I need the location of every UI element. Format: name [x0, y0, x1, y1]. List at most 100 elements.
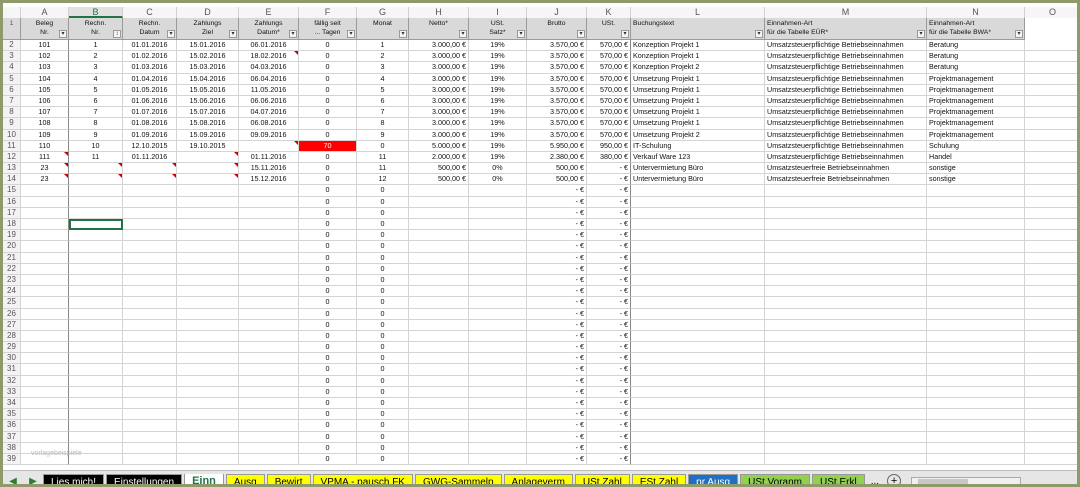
- cell-d[interactable]: [177, 252, 239, 264]
- cell-c[interactable]: [123, 375, 177, 387]
- cell-h[interactable]: 500,00 €: [409, 163, 469, 175]
- cell-f[interactable]: 0: [299, 95, 357, 108]
- cell-c[interactable]: [123, 174, 177, 186]
- cell-g[interactable]: 4: [357, 73, 409, 85]
- cell-n[interactable]: [927, 353, 1025, 365]
- cell-m[interactable]: [765, 342, 927, 354]
- filter-dropdown-icon[interactable]: ▾: [347, 30, 355, 38]
- row-number[interactable]: 23: [3, 274, 21, 287]
- cell-b[interactable]: 3: [69, 62, 123, 74]
- cell-a[interactable]: 107: [21, 107, 69, 119]
- cell-c[interactable]: 01.07.2016: [123, 107, 177, 119]
- cell-k[interactable]: 570,00 €: [587, 84, 631, 96]
- cell-e[interactable]: [239, 409, 299, 421]
- cell-k[interactable]: 950,00 €: [587, 140, 631, 152]
- header-cell-m[interactable]: Einnahmen-Art für die Tabelle EÜR* ▾: [765, 18, 927, 40]
- cell-a[interactable]: [21, 263, 69, 275]
- cell-a[interactable]: [21, 185, 69, 197]
- cell-j[interactable]: 3.570,00 €: [527, 62, 587, 74]
- cell-g[interactable]: 9: [357, 129, 409, 141]
- cell-j[interactable]: - €: [527, 398, 587, 410]
- cell-k[interactable]: - €: [587, 308, 631, 320]
- cell-d[interactable]: 19.10.2015: [177, 140, 239, 152]
- cell-n[interactable]: [927, 398, 1025, 410]
- cell-d[interactable]: [177, 364, 239, 376]
- cell-b[interactable]: 2: [69, 51, 123, 63]
- cell-h[interactable]: [409, 319, 469, 331]
- cell-c[interactable]: [123, 319, 177, 331]
- cell-a[interactable]: [21, 274, 69, 287]
- cell-l[interactable]: [631, 330, 765, 343]
- cell-o[interactable]: [1025, 297, 1077, 309]
- cell-o[interactable]: [1025, 174, 1077, 186]
- cell-g[interactable]: 0: [357, 353, 409, 365]
- cell-d[interactable]: [177, 286, 239, 298]
- cell-n[interactable]: [927, 263, 1025, 275]
- cell-h[interactable]: [409, 230, 469, 242]
- cell-h[interactable]: 3.000,00 €: [409, 107, 469, 119]
- cell-m[interactable]: Umsatzsteuerpflichtige Betriebseinnahmen: [765, 140, 927, 152]
- cell-m[interactable]: Umsatzsteuerpflichtige Betriebseinnahmen: [765, 151, 927, 164]
- cell-j[interactable]: - €: [527, 420, 587, 432]
- cell-e[interactable]: [239, 386, 299, 398]
- cell-b[interactable]: [69, 207, 123, 219]
- cell-n[interactable]: [927, 386, 1025, 398]
- cell-i[interactable]: [469, 386, 527, 398]
- header-cell-o[interactable]: [1025, 18, 1077, 40]
- cell-a[interactable]: 102: [21, 51, 69, 63]
- cell-h[interactable]: [409, 330, 469, 343]
- cell-i[interactable]: 19%: [469, 84, 527, 96]
- row-number[interactable]: 11: [3, 140, 21, 152]
- cell-m[interactable]: [765, 364, 927, 376]
- cell-k[interactable]: 570,00 €: [587, 129, 631, 141]
- cell-l[interactable]: [631, 230, 765, 242]
- cell-h[interactable]: [409, 375, 469, 387]
- cell-n[interactable]: [927, 308, 1025, 320]
- cell-b[interactable]: 1: [69, 40, 123, 52]
- cell-n[interactable]: [927, 219, 1025, 231]
- cell-e[interactable]: [239, 375, 299, 387]
- cell-m[interactable]: [765, 263, 927, 275]
- cell-h[interactable]: [409, 241, 469, 253]
- cell-j[interactable]: 2.380,00 €: [527, 151, 587, 164]
- row-number[interactable]: 30: [3, 353, 21, 365]
- cell-j[interactable]: - €: [527, 453, 587, 466]
- select-all-corner[interactable]: [3, 7, 21, 18]
- cell-m[interactable]: Umsatzsteuerfreie Betriebseinnahmen: [765, 174, 927, 186]
- cell-f[interactable]: 0: [299, 398, 357, 410]
- cell-k[interactable]: - €: [587, 252, 631, 264]
- cell-d[interactable]: [177, 453, 239, 466]
- cell-j[interactable]: 3.570,00 €: [527, 129, 587, 141]
- cell-b[interactable]: [69, 409, 123, 421]
- cell-k[interactable]: - €: [587, 274, 631, 287]
- row-number[interactable]: 38: [3, 442, 21, 454]
- cell-a[interactable]: 103: [21, 62, 69, 74]
- cell-f[interactable]: 0: [299, 297, 357, 309]
- sheet-tab[interactable]: ESt.Zahl: [631, 473, 687, 484]
- cell-h[interactable]: [409, 286, 469, 298]
- cell-o[interactable]: [1025, 130, 1077, 141]
- column-header-k[interactable]: K: [587, 7, 631, 18]
- cell-b[interactable]: [69, 230, 123, 242]
- cell-b[interactable]: [69, 386, 123, 398]
- cell-h[interactable]: [409, 364, 469, 376]
- cell-d[interactable]: 15.05.2016: [177, 84, 239, 96]
- cell-k[interactable]: - €: [587, 398, 631, 410]
- cell-o[interactable]: [1025, 420, 1077, 432]
- cell-i[interactable]: [469, 442, 527, 454]
- row-number[interactable]: 18: [3, 219, 21, 231]
- cell-k[interactable]: - €: [587, 409, 631, 421]
- cell-g[interactable]: 0: [357, 286, 409, 298]
- cell-g[interactable]: 0: [357, 297, 409, 309]
- cell-g[interactable]: 6: [357, 95, 409, 108]
- cell-a[interactable]: 23: [21, 163, 69, 175]
- filter-dropdown-icon[interactable]: ▾: [229, 30, 237, 38]
- cell-h[interactable]: 3.000,00 €: [409, 118, 469, 130]
- cell-o[interactable]: [1025, 152, 1077, 164]
- cell-e[interactable]: [239, 241, 299, 253]
- cell-j[interactable]: - €: [527, 196, 587, 208]
- cell-d[interactable]: [177, 207, 239, 219]
- cell-e[interactable]: [239, 431, 299, 443]
- cell-l[interactable]: Konzeption Projekt 1: [631, 40, 765, 52]
- cell-i[interactable]: 19%: [469, 95, 527, 108]
